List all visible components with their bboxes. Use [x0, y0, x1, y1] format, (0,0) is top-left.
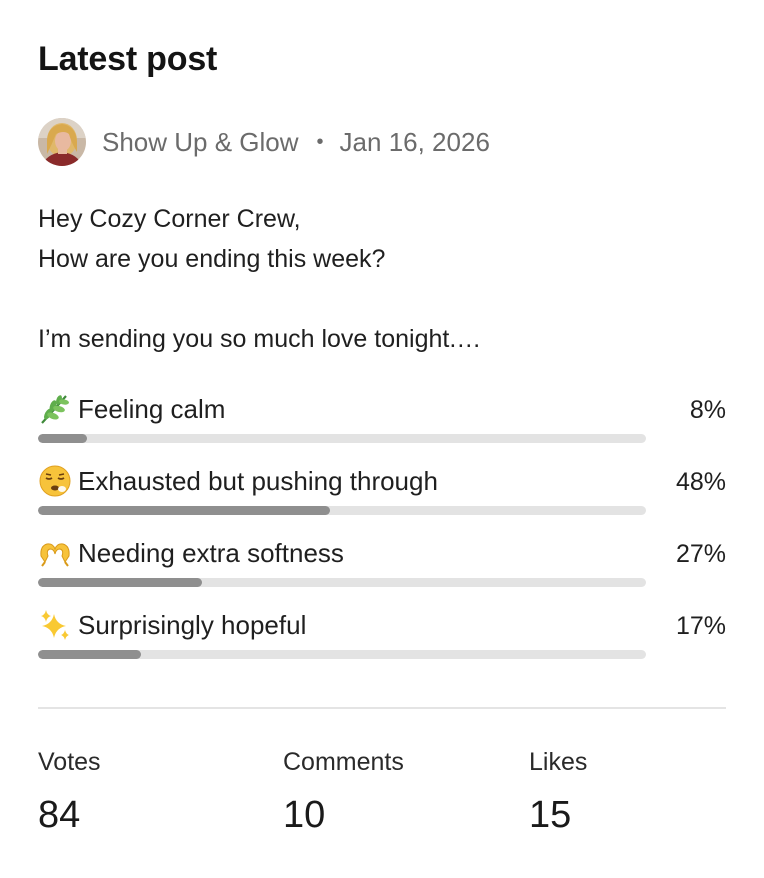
stat-likes[interactable]: Likes 15 [529, 748, 587, 837]
author-avatar[interactable] [38, 118, 86, 166]
stat-comments[interactable]: Comments 10 [283, 748, 404, 837]
post-body-line: Hey Cozy Corner Crew, [38, 205, 301, 233]
poll-option-bar-track [38, 506, 646, 515]
poll-option-percent: 17% [675, 612, 726, 640]
poll-option-bar-track [38, 434, 646, 443]
post-body-line: I’m sending you so much love tonight.… [38, 325, 482, 353]
avatar-image [38, 118, 86, 166]
post-author-row: Show Up & Glow • Jan 16, 2026 [38, 118, 490, 166]
stat-likes-label: Likes [529, 748, 588, 776]
poll-option-label: Exhausted but pushing through [78, 465, 438, 496]
poll-option-bar-track [38, 650, 646, 659]
poll-option-label-wrap: Needing extra softness [38, 536, 344, 570]
poll: Feeling calm 8% Exhausted but pushing th… [38, 390, 726, 678]
stats-divider [38, 707, 726, 709]
stat-likes-value: 15 [529, 794, 572, 836]
poll-option-percent: 48% [675, 468, 726, 496]
heart-hands-emoji-icon [38, 536, 72, 570]
poll-option-label-wrap: Surprisingly hopeful [38, 608, 306, 642]
poll-option-percent: 27% [675, 540, 726, 568]
poll-option-needing-softness[interactable]: Needing extra softness 27% [38, 534, 726, 606]
poll-option-bar-fill [38, 578, 203, 587]
section-title: Latest post [38, 40, 218, 78]
post-date: Jan 16, 2026 [339, 126, 490, 157]
sparkles-emoji-icon [38, 608, 72, 642]
poll-option-percent: 8% [689, 396, 726, 424]
stat-comments-label: Comments [283, 748, 404, 776]
post-stats: Votes 84 Comments 10 Likes 15 [38, 748, 726, 848]
poll-option-label-wrap: Exhausted but pushing through [38, 464, 438, 498]
poll-option-label: Feeling calm [78, 393, 226, 424]
latest-post-card: Latest post Show Up & Glow • Jan 16, 202… [0, 0, 764, 878]
post-body-line [38, 279, 728, 319]
poll-option-label-wrap: Feeling calm [38, 392, 225, 426]
post-body: Hey Cozy Corner Crew, How are you ending… [38, 199, 728, 359]
poll-option-bar-fill [38, 650, 142, 659]
poll-option-feeling-calm[interactable]: Feeling calm 8% [38, 390, 726, 462]
stat-votes-value: 84 [38, 794, 81, 836]
poll-option-bar-track [38, 578, 646, 587]
poll-option-exhausted[interactable]: Exhausted but pushing through 48% [38, 462, 726, 534]
poll-option-bar-fill [38, 506, 330, 515]
author-name[interactable]: Show Up & Glow [102, 127, 299, 158]
poll-option-label: Needing extra softness [78, 537, 344, 568]
tired-face-emoji-icon [38, 464, 72, 498]
poll-option-label: Surprisingly hopeful [78, 609, 307, 640]
stat-comments-value: 10 [283, 794, 326, 836]
stat-votes-label: Votes [38, 748, 101, 776]
post-body-line: How are you ending this week? [38, 245, 386, 273]
stat-votes: Votes 84 [38, 748, 101, 837]
poll-option-surprisingly-hopeful[interactable]: Surprisingly hopeful 17% [38, 606, 726, 678]
meta-separator: • [316, 130, 324, 153]
poll-option-bar-fill [38, 434, 87, 443]
herb-emoji-icon [38, 392, 72, 426]
